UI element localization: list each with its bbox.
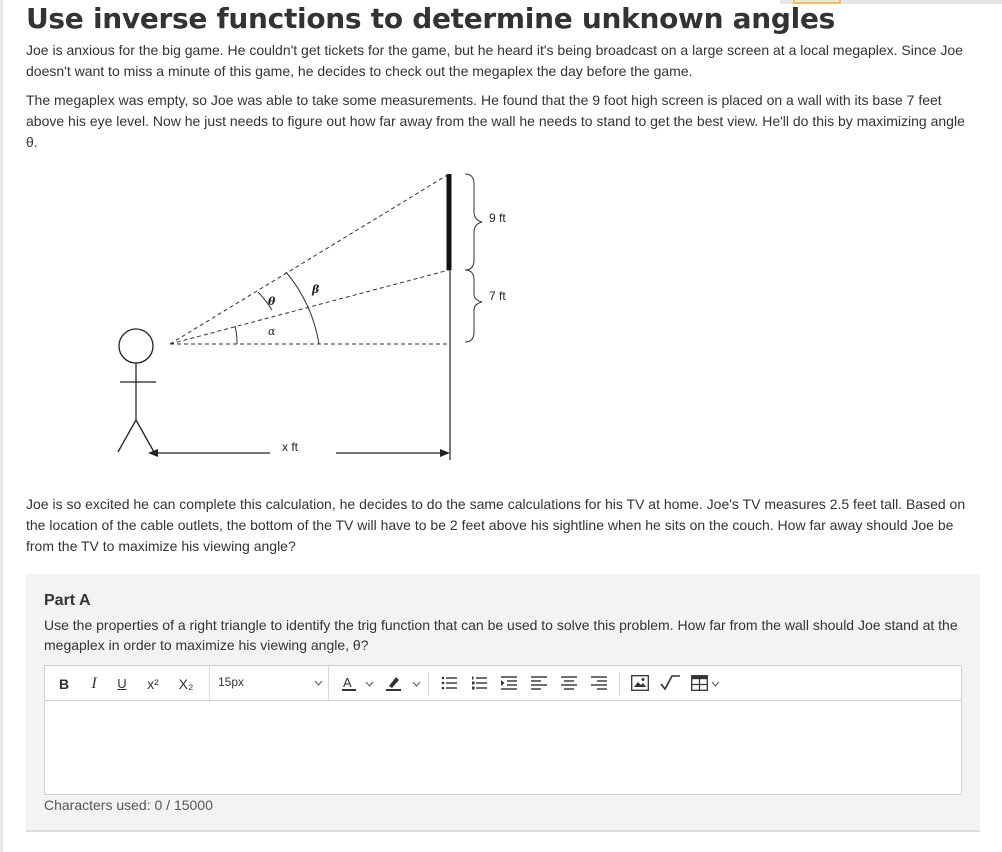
left-edge-rule	[0, 0, 3, 852]
angle-arc-alpha	[234, 325, 238, 345]
numbered-list-icon[interactable]	[471, 676, 487, 690]
answer-textarea[interactable]	[45, 701, 961, 794]
angle-beta-label: β	[311, 283, 320, 296]
part-a-panel: Part A Use the properties of a right tri…	[26, 574, 980, 832]
font-size-value: 15px	[218, 675, 245, 689]
angle-theta-label: θ	[268, 295, 276, 308]
toolbar-separator	[428, 672, 429, 696]
tv-paragraph: Joe is so excited he can complete this c…	[26, 496, 966, 554]
insert-table-icon[interactable]	[691, 675, 708, 691]
distance-label: x ft	[282, 440, 299, 454]
part-a-question: Use the properties of a right triangle t…	[44, 617, 958, 653]
toolbar-separator	[619, 672, 620, 696]
align-right-icon[interactable]	[591, 676, 607, 690]
align-left-icon[interactable]	[531, 676, 547, 690]
indent-icon[interactable]	[501, 676, 517, 690]
sightline-top	[169, 173, 450, 345]
editor-toolbar: B I U x² X₂ 15px A	[45, 666, 961, 701]
joe-leg-left	[117, 419, 137, 453]
joe-head	[118, 328, 154, 364]
brace-base	[464, 269, 483, 343]
font-size-select[interactable]: 15px	[209, 666, 329, 700]
measurement-paragraph: The megaplex was empty, so Joe was able …	[26, 92, 965, 150]
highlight-chevron-icon[interactable]	[412, 681, 421, 687]
bullet-list-icon[interactable]	[441, 676, 457, 690]
brace-screen	[464, 173, 483, 271]
intro-paragraph: Joe is anxious for the big game. He coul…	[26, 42, 963, 79]
base-height-label: 7 ft	[489, 289, 506, 303]
svg-text:A: A	[343, 675, 352, 690]
answer-editor: B I U x² X₂ 15px A	[44, 665, 962, 795]
highlight-color-icon[interactable]	[385, 674, 403, 692]
page-title: Use inverse functions to determine unkno…	[26, 2, 836, 35]
font-color-chevron-icon[interactable]	[365, 681, 374, 687]
subscript-button[interactable]: X₂	[175, 674, 197, 694]
font-color-icon[interactable]: A	[341, 675, 357, 693]
distance-arrowhead-right	[440, 449, 450, 457]
joe-leg-right	[135, 419, 155, 453]
part-a-title: Part A	[44, 592, 91, 609]
superscript-button[interactable]: x²	[142, 674, 164, 694]
underline-button[interactable]: U	[115, 674, 129, 694]
angle-alpha-label: α	[268, 325, 276, 338]
bold-button[interactable]: B	[57, 674, 71, 694]
font-size-chevron-icon	[314, 680, 323, 686]
viewing-angle-diagram: θ β α 9 ft 7 ft x ft	[117, 173, 506, 460]
character-counter: Characters used: 0 / 15000	[44, 797, 213, 813]
screen-height-label: 9 ft	[489, 211, 506, 225]
sightline-base	[169, 269, 450, 345]
align-center-icon[interactable]	[561, 676, 577, 690]
insert-image-icon[interactable]	[631, 675, 649, 691]
italic-button[interactable]: I	[87, 674, 101, 694]
math-equation-icon[interactable]	[659, 674, 681, 692]
table-chevron-icon[interactable]	[711, 681, 720, 687]
